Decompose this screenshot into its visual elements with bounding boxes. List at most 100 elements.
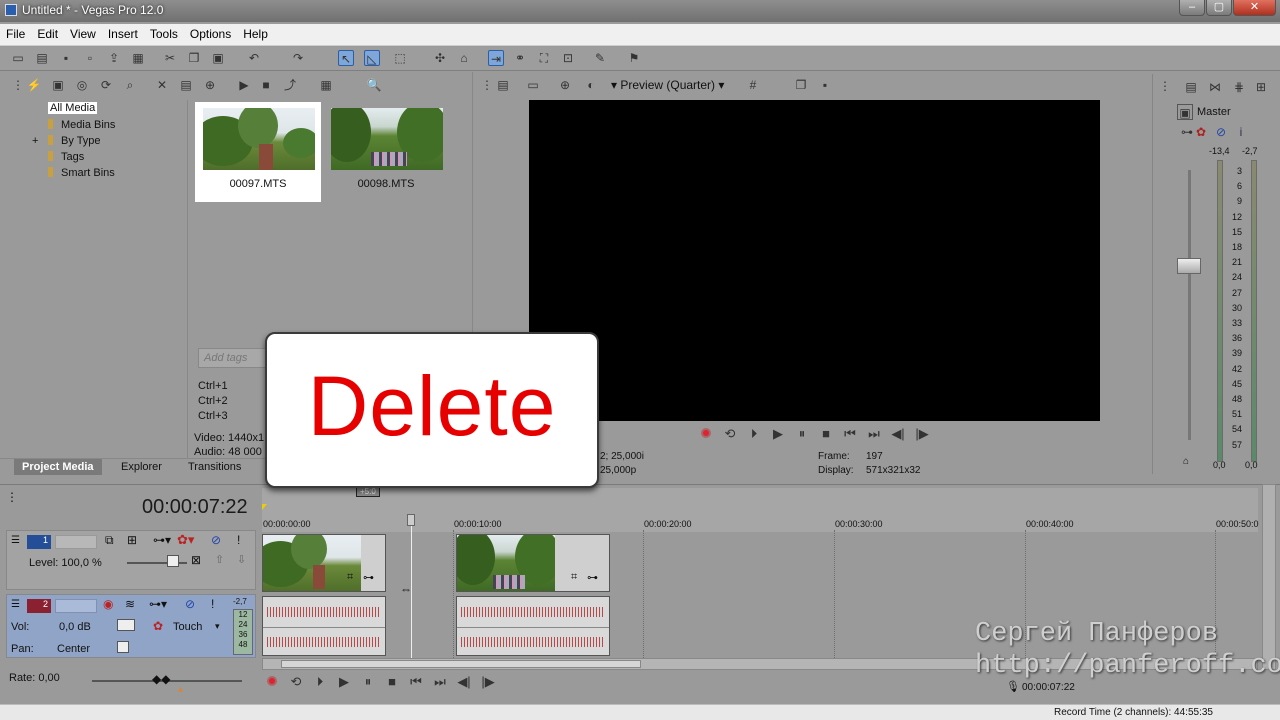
play-from-start-icon[interactable]: ⏵ bbox=[746, 426, 762, 442]
paste-icon[interactable]: ▣ bbox=[210, 50, 226, 66]
dim-output-icon[interactable]: ⊞ bbox=[1253, 79, 1269, 95]
arm-record-icon[interactable]: ◉ bbox=[103, 597, 113, 611]
panel-menu-icon[interactable]: ⋮ bbox=[479, 77, 495, 93]
track-settings-icon[interactable]: ✿▾ bbox=[177, 532, 194, 548]
track-mute-icon[interactable]: ⊘ bbox=[185, 597, 195, 611]
mute-icon[interactable]: ⊘ bbox=[1213, 124, 1229, 140]
go-to-end-icon[interactable]: ⏭ bbox=[432, 674, 448, 690]
copy-snapshot-icon[interactable]: ❐ bbox=[793, 77, 809, 93]
video-event[interactable]: ⌗ ⊶ bbox=[456, 534, 610, 592]
audio-track-header[interactable]: ☰ 2 ◉ ≋ ⊶▾ ⊘ ! Vol: 0,0 dB ✿ Touch ▾ Pan… bbox=[6, 594, 256, 658]
event-fx-icon[interactable]: ⊶ bbox=[587, 571, 598, 584]
tree-item-by-type[interactable]: By Type bbox=[48, 135, 101, 147]
track-fx-icon[interactable]: ⊶▾ bbox=[153, 533, 171, 547]
play-from-start-icon[interactable]: ⏵ bbox=[312, 674, 328, 690]
remove-media-icon[interactable]: ✕ bbox=[154, 77, 170, 93]
media-properties-icon[interactable]: ▤ bbox=[178, 77, 194, 93]
new-project-icon[interactable]: ▭ bbox=[10, 50, 26, 66]
help-pointer-icon[interactable]: ⚑ bbox=[626, 50, 642, 66]
event-pan-crop-icon[interactable]: ⛶ bbox=[536, 50, 552, 66]
stop-preview-icon[interactable]: ■ bbox=[258, 77, 274, 93]
auto-preview-icon[interactable]: ⤴ bbox=[282, 77, 298, 93]
panel-menu-icon[interactable]: ⋮ bbox=[1157, 78, 1173, 94]
go-to-end-icon[interactable]: ⏭ bbox=[866, 426, 882, 442]
tree-item-all-media[interactable]: All Media bbox=[48, 102, 98, 114]
tab-explorer[interactable]: Explorer bbox=[121, 461, 162, 473]
plug-in-manager-icon[interactable]: ✎ bbox=[592, 50, 608, 66]
audio-event[interactable] bbox=[262, 596, 386, 656]
previous-frame-icon[interactable]: ◀| bbox=[456, 674, 472, 690]
pan-slider-handle[interactable] bbox=[117, 641, 129, 653]
overlays-icon[interactable]: # bbox=[745, 77, 761, 93]
track-fx-icon[interactable]: ⊶▾ bbox=[149, 597, 167, 611]
search-media-icon[interactable]: 🔍 bbox=[366, 77, 382, 93]
master-properties-icon[interactable]: ▤ bbox=[1183, 79, 1199, 95]
auto-ripple-icon[interactable]: ⚭ bbox=[512, 50, 528, 66]
start-preview-icon[interactable]: ▶ bbox=[236, 77, 252, 93]
save-snapshot-icon[interactable]: ▪ bbox=[817, 77, 833, 93]
track-motion-icon[interactable]: ⧉ bbox=[105, 533, 114, 548]
maximize-button[interactable]: ▢ bbox=[1206, 0, 1232, 16]
track-expand-icon[interactable]: ☰ bbox=[11, 535, 20, 546]
play-icon[interactable]: ▶ bbox=[336, 674, 352, 690]
video-track-header[interactable]: ☰ 1 ⧉ ⊞ ⊶▾ ✿▾ ⊘ ! Level: 100,0 % ⊠ ⇧ ⇩ bbox=[6, 530, 256, 590]
open-folder-icon[interactable]: ▤ bbox=[34, 50, 50, 66]
record-icon[interactable] bbox=[698, 426, 714, 442]
media-thumbnail[interactable]: 00097.MTS bbox=[195, 102, 321, 202]
save-as-icon[interactable]: ▫ bbox=[82, 50, 98, 66]
media-thumbnail[interactable]: 00098.MTS bbox=[323, 102, 449, 202]
automation-mode-label[interactable]: Touch bbox=[173, 621, 202, 633]
scrollbar-thumb[interactable] bbox=[281, 660, 641, 668]
tree-item-media-bins[interactable]: Media Bins bbox=[48, 119, 115, 131]
master-fx-icon[interactable]: ⋈ bbox=[1207, 79, 1223, 95]
video-event[interactable]: ⌗ ⊶ bbox=[262, 534, 386, 592]
undo-icon[interactable]: ↶ bbox=[246, 50, 262, 66]
auto-crossfade-icon[interactable]: ✣ bbox=[432, 50, 448, 66]
selection-tool-icon[interactable]: ⬚ bbox=[392, 50, 408, 66]
cut-icon[interactable]: ✂ bbox=[162, 50, 178, 66]
cursor-handle[interactable] bbox=[407, 514, 415, 526]
split-screen-icon[interactable]: ◐ bbox=[583, 77, 599, 93]
timeline-menu-icon[interactable]: ⋮ bbox=[6, 490, 18, 504]
normal-edit-tool-icon[interactable]: ↖ bbox=[338, 50, 354, 66]
envelope-tool-icon[interactable]: ◺ bbox=[364, 50, 380, 66]
menu-tools[interactable]: Tools bbox=[144, 24, 184, 41]
make-parent-icon[interactable]: ⇧ bbox=[215, 553, 224, 566]
tree-expand-icon[interactable]: + bbox=[32, 135, 38, 147]
master-fader-handle[interactable] bbox=[1177, 258, 1201, 274]
menu-insert[interactable]: Insert bbox=[102, 24, 144, 41]
menu-help[interactable]: Help bbox=[237, 24, 274, 41]
zoom-tool-icon[interactable]: ⊡ bbox=[560, 50, 576, 66]
preview-properties-icon[interactable]: ▤ bbox=[495, 77, 511, 93]
get-media-web-icon[interactable]: ◎ bbox=[74, 77, 90, 93]
menu-edit[interactable]: Edit bbox=[31, 24, 64, 41]
downmix-icon[interactable]: ⋕ bbox=[1231, 79, 1247, 95]
make-child-icon[interactable]: ⇩ bbox=[237, 553, 246, 566]
track-compositing-mode-icon[interactable]: ⊠ bbox=[191, 553, 201, 567]
pause-icon[interactable]: ⏸ bbox=[360, 674, 376, 690]
go-to-start-icon[interactable]: ⏮ bbox=[842, 426, 858, 442]
track-solo-icon[interactable]: ! bbox=[211, 597, 214, 611]
loop-playback-icon[interactable]: ⟲ bbox=[722, 426, 738, 442]
stop-icon[interactable]: ■ bbox=[384, 674, 400, 690]
menu-file[interactable]: File bbox=[0, 24, 31, 41]
refresh-icon[interactable]: ⟳ bbox=[98, 77, 114, 93]
rate-slider-handle[interactable]: ◆◆ bbox=[152, 672, 170, 686]
next-frame-icon[interactable]: |▶ bbox=[914, 426, 930, 442]
stop-icon[interactable]: ■ bbox=[818, 426, 834, 442]
previous-frame-icon[interactable]: ◀| bbox=[890, 426, 906, 442]
minimize-button[interactable]: – bbox=[1179, 0, 1205, 16]
properties-icon[interactable]: ▦ bbox=[130, 50, 146, 66]
snap-enable-icon[interactable]: ⇥ bbox=[488, 50, 504, 66]
external-monitor-icon[interactable]: ▭ bbox=[525, 77, 541, 93]
views-icon[interactable]: ▦ bbox=[318, 77, 334, 93]
menu-view[interactable]: View bbox=[64, 24, 102, 41]
track-expand-icon[interactable]: ☰ bbox=[11, 599, 20, 610]
track-name-field[interactable] bbox=[55, 599, 97, 613]
panel-menu-icon[interactable]: ⋮ bbox=[10, 77, 26, 93]
lock-icon[interactable]: ⌂ bbox=[1183, 456, 1189, 467]
preview-quality-dropdown[interactable]: ▾ Preview (Quarter) ▾ bbox=[611, 78, 724, 92]
event-fx-icon[interactable]: ⊶ bbox=[363, 571, 374, 584]
volume-slider-handle[interactable] bbox=[117, 619, 135, 631]
automation-mode-dropdown-icon[interactable]: ▾ bbox=[215, 621, 220, 632]
